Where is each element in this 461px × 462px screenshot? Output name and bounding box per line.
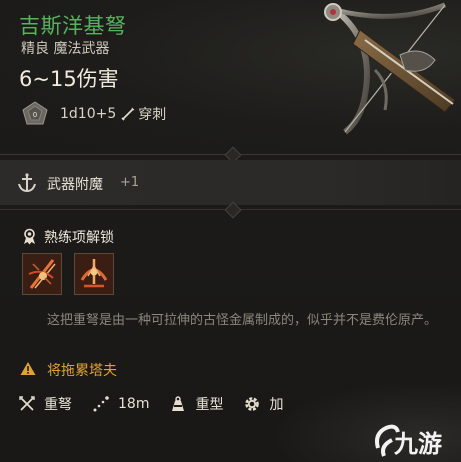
proficiency-action-brace[interactable] (74, 253, 114, 295)
item-description: 这把重弩是由一种可拉伸的古怪金属制成的，似乎并不是费伦原产。 (47, 313, 438, 328)
property-range: 18m (92, 395, 149, 413)
damage-type: 穿刺 (138, 107, 167, 123)
crossbow-item-image (324, 2, 456, 135)
proficiency-icon (24, 228, 35, 245)
svg-text:0: 0 (33, 111, 37, 119)
property-label: 重弩 (44, 397, 72, 413)
weapon-properties: 重弩 18m 重型 加 (18, 392, 303, 416)
property-heavy-crossbow: 重弩 (18, 394, 72, 414)
damage-dice: 1d10+5 (60, 106, 117, 122)
enchantment-icon (18, 173, 36, 193)
crossed-bolts-icon (19, 396, 35, 411)
item-damage: 6~15伤害 (19, 67, 119, 91)
piercing-icon (121, 107, 135, 121)
heavy-icon (172, 396, 185, 411)
property-label: 重型 (195, 397, 224, 413)
property-label: 18m (118, 396, 150, 412)
range-icon (93, 396, 109, 412)
item-tooltip: 吉斯洋基弩 精良 魔法武器 6~15伤害 0 1d10+5 穿刺 武器附魔 +1… (0, 0, 461, 462)
encumbrance-warning: 将拖累塔夫 (47, 363, 117, 379)
enchantment-label: 武器附魔 (47, 177, 103, 193)
gear-icon (245, 397, 260, 411)
proficiency-action-slash[interactable] (22, 253, 62, 295)
slashing-strike-icon (23, 254, 61, 294)
property-heavy: 重型 (169, 394, 223, 414)
d10-dice-icon: 0 (22, 101, 48, 125)
enchantment-bonus: +1 (120, 175, 140, 190)
item-rarity-type: 精良 魔法武器 (21, 41, 110, 57)
warning-icon (20, 362, 36, 375)
damage-dice-row: 0 1d10+5 穿刺 (22, 101, 166, 127)
watermark-text: 九游 (394, 430, 442, 458)
brace-shot-icon (75, 254, 113, 294)
proficiency-label: 熟练项解锁 (44, 230, 114, 246)
item-name: 吉斯洋基弩 (19, 14, 127, 38)
